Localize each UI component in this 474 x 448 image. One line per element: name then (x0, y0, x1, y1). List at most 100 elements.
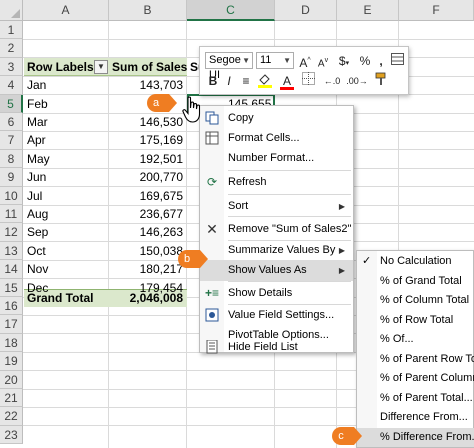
row-header[interactable]: 10 (0, 186, 23, 205)
grow-font-button[interactable]: A^ (298, 52, 312, 70)
row-header[interactable]: 15 (0, 278, 23, 297)
pivot-row-label[interactable]: Jun (24, 168, 108, 186)
show-details-icon: +≡ (204, 286, 219, 300)
pivot-value[interactable]: 146,530 (109, 113, 186, 131)
submenu-item-label: % of Grand Total (380, 274, 462, 287)
row-header[interactable]: 21 (0, 389, 23, 408)
menu-item-hide-field-list[interactable]: Hide Field List (200, 339, 353, 354)
pivot-value[interactable]: 200,770 (109, 168, 186, 186)
submenu-item-parent-column-total[interactable]: % of Parent Column Total (357, 369, 474, 388)
decrease-decimal-icon[interactable]: .00→ (346, 72, 368, 90)
submenu-item-parent-total[interactable]: % of Parent Total... (357, 389, 474, 408)
pivot-row-label[interactable]: Sep (24, 223, 108, 241)
submenu-item-percent-of[interactable]: % Of... (357, 330, 474, 349)
row-header[interactable]: 12 (0, 223, 23, 242)
pivot-value[interactable]: 150,038 (109, 242, 186, 260)
pivot-value[interactable]: 236,677 (109, 205, 186, 223)
column-header-d[interactable]: D (275, 0, 337, 21)
pivot-value[interactable]: 192,501 (109, 150, 186, 168)
align-center-icon[interactable]: ≡ (238, 72, 254, 90)
pivot-row-label[interactable]: Oct (24, 242, 108, 260)
submenu-item-grand-total[interactable]: % of Grand Total (357, 272, 474, 291)
submenu-item-difference-from[interactable]: Difference From... (357, 408, 474, 427)
menu-item-number-format[interactable]: Number Format... (200, 148, 353, 169)
grand-total-label[interactable]: Grand Total (24, 289, 108, 307)
menu-separator (228, 281, 351, 282)
borders-icon[interactable] (300, 72, 316, 90)
column-header-f[interactable]: F (399, 0, 474, 21)
menu-item-sort[interactable]: Sort ▶ (200, 196, 353, 217)
increase-decimal-icon[interactable]: ←.0 (322, 72, 342, 90)
select-all-corner[interactable] (0, 0, 23, 21)
row-header[interactable]: 8 (0, 149, 23, 169)
menu-item-remove-field[interactable]: ✕ Remove "Sum of Sales2" (200, 219, 353, 240)
pivot-value[interactable]: 143,703 (109, 76, 186, 94)
pivot-row-label[interactable]: Jul (24, 187, 108, 205)
menu-item-refresh[interactable]: ⟳ Refresh (200, 172, 353, 193)
submenu-item-label: % of Row Total (380, 313, 454, 326)
grand-total-value[interactable]: 2,046,008 (109, 289, 186, 307)
menu-item-summarize-values-by[interactable]: Summarize Values By ▶ (200, 240, 353, 261)
row-header[interactable]: 17 (0, 315, 23, 334)
format-painter-icon[interactable] (372, 72, 390, 90)
format-painter-grid-icon[interactable] (390, 52, 404, 70)
filter-dropdown-icon[interactable]: ▼ (94, 60, 108, 74)
submenu-item-row-total[interactable]: % of Row Total (357, 311, 474, 330)
font-name-box[interactable]: Segoe UI ▼ (205, 52, 253, 81)
row-header[interactable]: 13 (0, 241, 23, 261)
submenu-item-parent-row-total[interactable]: % of Parent Row Total (357, 350, 474, 369)
shrink-font-button[interactable]: Av (316, 52, 330, 70)
pivot-value[interactable]: 180,217 (109, 260, 186, 278)
pivot-value[interactable]: 169,675 (109, 187, 186, 205)
row-header[interactable]: 23 (0, 425, 23, 445)
row-header[interactable]: 5 (0, 94, 23, 113)
row-header[interactable]: 3 (0, 57, 23, 77)
row-header[interactable]: 16 (0, 297, 23, 316)
refresh-icon: ⟳ (206, 175, 218, 189)
column-header-a[interactable]: A (23, 0, 109, 21)
menu-item-show-values-as[interactable]: Show Values As ▶ (200, 260, 353, 281)
pivot-row-labels-header[interactable]: Row Labels (24, 58, 94, 76)
menu-item-show-details[interactable]: +≡ Show Details (200, 283, 353, 304)
comma-style-button[interactable]: , (376, 52, 386, 70)
pivot-row-label[interactable]: Jan (24, 76, 108, 94)
row-header[interactable]: 18 (0, 333, 23, 353)
row-header[interactable]: 4 (0, 76, 23, 95)
font-size-box[interactable]: 11 ▼ (256, 52, 294, 69)
percent-button[interactable]: % (358, 52, 372, 70)
bold-button[interactable]: B (206, 72, 220, 90)
row-header[interactable]: 22 (0, 407, 23, 426)
pivot-row-label[interactable]: Aug (24, 205, 108, 223)
row-header[interactable]: 2 (0, 39, 23, 58)
menu-separator (228, 216, 351, 217)
row-header[interactable]: 14 (0, 260, 23, 279)
menu-item-value-field-settings[interactable]: Value Field Settings... (200, 305, 353, 326)
pivot-row-label[interactable]: Mar (24, 113, 108, 131)
row-header[interactable]: 7 (0, 131, 23, 150)
column-header-b[interactable]: B (109, 0, 187, 21)
pivot-value[interactable]: 175,169 (109, 131, 186, 149)
pivot-value[interactable]: 146,263 (109, 223, 186, 241)
menu-item-copy[interactable]: Copy (200, 108, 353, 129)
menu-item-format-cells[interactable]: Format Cells... (200, 128, 353, 149)
currency-button[interactable]: $▾ (336, 52, 352, 70)
fill-color-icon[interactable] (256, 72, 274, 90)
row-header[interactable]: 6 (0, 113, 23, 132)
column-header-e[interactable]: E (337, 0, 399, 21)
submenu-item-percent-difference-from[interactable]: % Difference From... (357, 427, 474, 447)
row-header[interactable]: 20 (0, 370, 23, 389)
pivot-row-label[interactable]: Apr (24, 131, 108, 149)
row-header[interactable]: 1 (0, 21, 23, 40)
pivot-row-label[interactable]: May (24, 150, 108, 168)
row-header[interactable]: 11 (0, 205, 23, 224)
submenu-item-column-total[interactable]: % of Column Total (357, 291, 474, 310)
pivot-row-label[interactable]: Feb (24, 95, 108, 113)
row-header[interactable]: 9 (0, 168, 23, 187)
italic-button[interactable]: I (222, 72, 236, 90)
font-color-icon[interactable]: A (278, 72, 296, 90)
pivot-row-label[interactable]: Nov (24, 260, 108, 278)
row-header[interactable]: 19 (0, 352, 23, 371)
pivot-sum-header[interactable]: Sum of Sales (109, 58, 187, 76)
column-header-c[interactable]: C (187, 0, 275, 21)
submenu-item-no-calculation[interactable]: ✓ No Calculation (357, 252, 474, 271)
